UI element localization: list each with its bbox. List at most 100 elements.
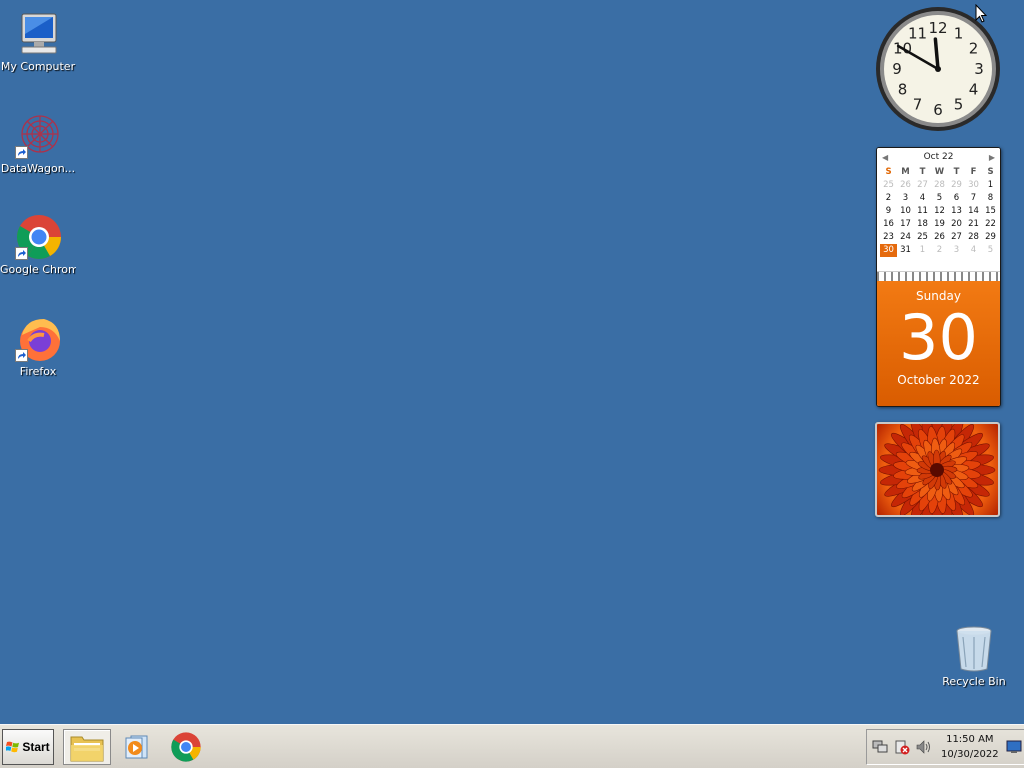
calendar-weekday: S: [885, 167, 892, 177]
calendar-day-cell[interactable]: 30: [880, 244, 897, 257]
calendar-day-cell[interactable]: 4: [965, 244, 982, 257]
calendar-day-cell[interactable]: 3: [948, 244, 965, 257]
clock-numeral: 3: [974, 60, 984, 78]
calendar-day-cell[interactable]: 1: [982, 179, 999, 192]
clock-numeral: 2: [969, 40, 979, 58]
desktop-icon-datawagon[interactable]: DataWagon...: [0, 112, 76, 175]
calendar-day-cell[interactable]: 27: [914, 179, 931, 192]
calendar-day-cell[interactable]: 5: [931, 192, 948, 205]
calendar-day-cell[interactable]: 12: [931, 205, 948, 218]
desktop-icon-label: Firefox: [19, 365, 57, 378]
calendar-day-cell[interactable]: 13: [948, 205, 965, 218]
calendar-day-cell[interactable]: 16: [880, 218, 897, 231]
calendar-day-cell[interactable]: 2: [880, 192, 897, 205]
slideshow-gadget[interactable]: [875, 422, 1000, 517]
calendar-month-view: ◀ Oct 22 ▶ S M T W T F S 25 26 27 28 29 30 1 2 3 4 5 6 7 8 9 1…: [877, 148, 1000, 271]
desktop-icon-label: Recycle Bin: [942, 675, 1006, 688]
calendar-day-cell[interactable]: 14: [965, 205, 982, 218]
desktop-icon-label: DataWagon...: [0, 162, 76, 175]
volume-icon[interactable]: [915, 739, 933, 755]
chrome-icon: [171, 732, 201, 762]
calendar-day-cell[interactable]: 24: [897, 231, 914, 244]
calendar-day-number: 30: [899, 301, 978, 374]
calendar-day-view: Sunday 30 October 2022: [877, 281, 1000, 406]
recycle-bin-icon: [950, 625, 998, 673]
clock-numeral: 7: [913, 96, 923, 114]
chrome-icon: [14, 213, 62, 261]
clock-numeral: 8: [898, 81, 908, 99]
calendar-weekday: T: [953, 167, 960, 177]
calendar-day-cell[interactable]: 1: [914, 244, 931, 257]
clock-numeral: 1: [954, 24, 964, 42]
calendar-day-cell[interactable]: 4: [914, 192, 931, 205]
calendar-weekday: M: [901, 167, 910, 177]
calendar-day-cell[interactable]: 18: [914, 218, 931, 231]
calendar-day-cell[interactable]: 26: [931, 231, 948, 244]
clock-numeral: 11: [908, 24, 927, 42]
calendar-day-cell[interactable]: 22: [982, 218, 999, 231]
next-month-icon[interactable]: ▶: [989, 153, 995, 162]
clock-numeral: 6: [933, 101, 943, 119]
action-center-warning-icon[interactable]: [893, 739, 911, 755]
start-button[interactable]: Start: [2, 729, 54, 765]
calendar-day-cell[interactable]: 11: [914, 205, 931, 218]
calendar-day-cell[interactable]: 6: [948, 192, 965, 205]
desktop-icon-recycle-bin[interactable]: Recycle Bin: [936, 625, 1012, 688]
calendar-day-cell[interactable]: 27: [948, 231, 965, 244]
calendar-gadget[interactable]: ◀ Oct 22 ▶ S M T W T F S 25 26 27 28 29 30 1 2 3 4 5 6 7 8 9 1…: [876, 147, 1001, 407]
calendar-day-cell[interactable]: 20: [948, 218, 965, 231]
calendar-day-cell[interactable]: 23: [880, 231, 897, 244]
flower-image: [878, 424, 996, 515]
calendar-day-cell[interactable]: 26: [897, 179, 914, 192]
taskbar-chrome-button[interactable]: [162, 729, 210, 765]
taskbar: Start 11:50 AM 10/30/2022: [0, 724, 1024, 768]
desktop-icon-firefox[interactable]: Firefox: [0, 315, 76, 378]
calendar-weekday: S: [987, 167, 994, 177]
firefox-icon: [14, 315, 62, 363]
datawagon-icon: [14, 112, 62, 160]
calendar-day-cell[interactable]: 29: [948, 179, 965, 192]
taskbar-time: 11:50 AM: [946, 734, 994, 745]
calendar-day-cell[interactable]: 10: [897, 205, 914, 218]
desktop-icon-google-chrome[interactable]: Google Chrome: [0, 213, 76, 276]
calendar-day-cell[interactable]: 5: [982, 244, 999, 257]
calendar-spiral: [877, 271, 1000, 281]
system-tray: 11:50 AM 10/30/2022: [866, 729, 1024, 765]
desktop-icon-my-computer[interactable]: My Computer: [0, 10, 76, 73]
calendar-day-cell[interactable]: 25: [880, 179, 897, 192]
taskbar-media-player-button[interactable]: [112, 729, 160, 765]
clock-numeral: 4: [969, 81, 979, 99]
calendar-day-cell[interactable]: 31: [897, 244, 914, 257]
calendar-day-cell[interactable]: 30: [965, 179, 982, 192]
calendar-day-cell[interactable]: 17: [897, 218, 914, 231]
calendar-day-cell[interactable]: 19: [931, 218, 948, 231]
calendar-day-cell[interactable]: 3: [897, 192, 914, 205]
calendar-day-cell[interactable]: 28: [965, 231, 982, 244]
calendar-day-cell[interactable]: 29: [982, 231, 999, 244]
calendar-month-year: October 2022: [897, 373, 980, 387]
calendar-day-cell[interactable]: 2: [931, 244, 948, 257]
network-icon[interactable]: [871, 739, 889, 755]
calendar-day-cell[interactable]: 25: [914, 231, 931, 244]
show-desktop-icon[interactable]: [1005, 739, 1023, 755]
calendar-day-cell[interactable]: 21: [965, 218, 982, 231]
prev-month-icon[interactable]: ◀: [882, 153, 888, 162]
calendar-day-cell[interactable]: 15: [982, 205, 999, 218]
calendar-weekday: F: [970, 167, 977, 177]
calendar-day-name: Sunday: [916, 289, 961, 303]
calendar-day-cell[interactable]: 7: [965, 192, 982, 205]
calendar-day-cell[interactable]: 28: [931, 179, 948, 192]
mouse-cursor-icon: [975, 3, 988, 28]
clock-numeral: 9: [892, 60, 902, 78]
taskbar-date: 10/30/2022: [941, 749, 999, 760]
calendar-day-cell[interactable]: 8: [982, 192, 999, 205]
calendar-month-label: Oct 22: [923, 152, 954, 162]
start-label: Start: [22, 740, 50, 754]
shortcut-arrow-icon: [15, 146, 28, 159]
desktop-icon-label: My Computer: [0, 60, 76, 73]
taskbar-clock[interactable]: 11:50 AM 10/30/2022: [941, 732, 999, 762]
calendar-day-cell[interactable]: 9: [880, 205, 897, 218]
taskbar-explorer-button[interactable]: [63, 729, 111, 765]
calendar-grid: S M T W T F S 25 26 27 28 29 30 1 2 3 4 5 6 7 8 9 10 11 12 13 14 15…: [877, 166, 1000, 257]
clock-numeral: 5: [954, 96, 964, 114]
